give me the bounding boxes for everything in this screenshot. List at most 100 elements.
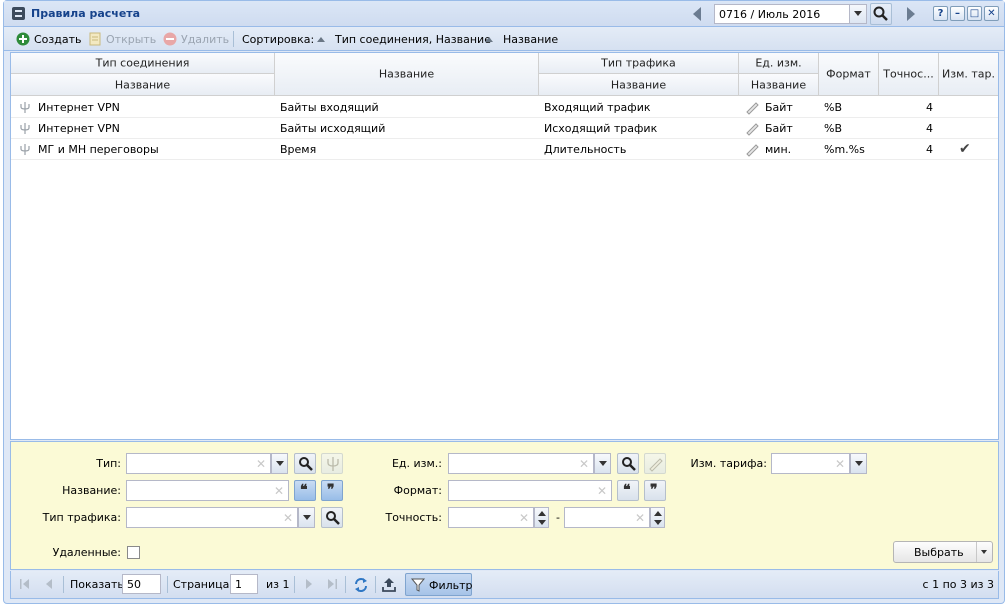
- open-button[interactable]: Открыть: [88, 32, 156, 46]
- format-close-quote-button[interactable]: ❞: [644, 480, 666, 501]
- sort-label: Сортировка:: [242, 32, 314, 46]
- clear-icon[interactable]: ✕: [283, 511, 293, 525]
- ruler-icon: [746, 123, 759, 136]
- page-count-label: из 1: [266, 578, 290, 591]
- type-combo[interactable]: ✕: [126, 453, 288, 474]
- header-name[interactable]: Название: [275, 53, 539, 96]
- format-input[interactable]: ✕: [448, 480, 612, 501]
- clear-icon[interactable]: ✕: [635, 511, 645, 525]
- cell-precision: 4: [926, 101, 933, 114]
- tariff-change-combo[interactable]: ✕: [771, 453, 867, 474]
- deleted-checkbox[interactable]: [127, 546, 140, 559]
- clear-icon[interactable]: ✕: [835, 457, 845, 471]
- unit-dropdown-trigger[interactable]: [594, 453, 611, 474]
- window-app-icon: [12, 7, 25, 20]
- cell-unit: Байт: [765, 122, 793, 135]
- close-quote-button[interactable]: ❞: [321, 480, 343, 501]
- page-number-input[interactable]: 1: [230, 574, 258, 594]
- ruler-icon: [746, 144, 759, 157]
- filter-toggle-button[interactable]: Фильтр: [405, 573, 473, 596]
- name-label: Название:: [62, 484, 121, 497]
- header-format[interactable]: Формат: [819, 53, 879, 96]
- deleted-label: Удаленные:: [52, 546, 121, 559]
- traffic-search-button[interactable]: [321, 507, 343, 528]
- select-menu-arrow-icon[interactable]: [976, 542, 992, 562]
- table-row[interactable]: Интернет VPN Байты входящий Входящий тра…: [11, 97, 998, 118]
- cell-traffic: Входящий трафик: [544, 101, 651, 114]
- precision-to-input[interactable]: ✕: [564, 507, 650, 528]
- tariff-dropdown-trigger[interactable]: [850, 453, 867, 474]
- precision-from-input[interactable]: ✕: [448, 507, 534, 528]
- header-precision[interactable]: Точнос...: [879, 53, 939, 96]
- name-input[interactable]: ✕: [126, 480, 289, 501]
- clear-icon[interactable]: ✕: [256, 457, 266, 471]
- header-tariff-change[interactable]: Изм. тар.: [939, 53, 998, 96]
- cell-name: Время: [280, 143, 317, 156]
- period-dropdown-trigger[interactable]: [849, 5, 866, 23]
- open-quote-button[interactable]: ❝: [294, 480, 316, 501]
- clear-icon[interactable]: ✕: [579, 457, 589, 471]
- traffic-type-combo[interactable]: ✕: [126, 507, 315, 528]
- minimize-button[interactable]: –: [950, 6, 965, 21]
- prev-period-icon[interactable]: [688, 4, 708, 24]
- page-size-input[interactable]: 50: [122, 574, 161, 594]
- maximize-button[interactable]: □: [967, 6, 982, 21]
- title-bar: Правила расчета 0716 / Июль 2016 ? – □ ✕: [4, 1, 1004, 27]
- traffic-dropdown-trigger[interactable]: [298, 507, 315, 528]
- format-label: Формат:: [393, 484, 442, 497]
- format-open-quote-button[interactable]: ❝: [617, 480, 639, 501]
- header-connection-name[interactable]: Название: [11, 74, 275, 96]
- type-dropdown-trigger[interactable]: [271, 453, 288, 474]
- close-button[interactable]: ✕: [984, 6, 999, 21]
- cell-unit: Байт: [765, 101, 793, 114]
- header-unit-name[interactable]: Название: [739, 74, 819, 96]
- filter-icon: [410, 578, 426, 592]
- cell-connection: Интернет VPN: [38, 122, 120, 135]
- sort-item-name[interactable]: Название: [485, 32, 558, 46]
- sort-item-connection-name[interactable]: Тип соединения, Название: [317, 32, 491, 46]
- connection-type-button[interactable]: [321, 453, 343, 474]
- table-row[interactable]: МГ и МН переговоры Время Длительность ми…: [11, 139, 998, 160]
- period-select[interactable]: 0716 / Июль 2016: [714, 4, 867, 24]
- connection-type-icon: [20, 102, 30, 113]
- help-button[interactable]: ?: [933, 6, 948, 21]
- type-search-button[interactable]: [294, 453, 316, 474]
- connection-type-icon: [327, 457, 339, 471]
- next-period-icon[interactable]: [900, 4, 920, 24]
- toolbar-separator: [233, 31, 234, 47]
- close-quote-icon: ❞: [650, 482, 658, 498]
- unit-combo[interactable]: ✕: [448, 453, 611, 474]
- sort-item-label: Тип соединения, Название: [335, 32, 491, 46]
- rules-grid: Тип соединения Название Название Тип тра…: [10, 52, 999, 440]
- open-quote-icon: ❝: [300, 482, 308, 498]
- ruler-icon: [649, 458, 663, 472]
- cell-format: %B: [824, 122, 842, 135]
- clear-icon[interactable]: ✕: [274, 484, 284, 498]
- cell-traffic: Исходящий трафик: [544, 122, 658, 135]
- rules-window: Правила расчета 0716 / Июль 2016 ? – □ ✕…: [3, 0, 1005, 604]
- unit-search-button[interactable]: [617, 453, 639, 474]
- clear-icon[interactable]: ✕: [597, 484, 607, 498]
- cell-precision: 4: [926, 122, 933, 135]
- open-document-icon: [89, 32, 101, 46]
- header-traffic-name[interactable]: Название: [539, 74, 739, 96]
- select-button-label: Выбрать: [914, 546, 964, 559]
- unit-ruler-button[interactable]: [644, 453, 666, 474]
- filter-toggle-label: Фильтр: [429, 579, 473, 592]
- create-button[interactable]: Создать: [16, 32, 82, 46]
- filter-panel: Тип: ✕ Название: ✕ ❝ ❞ Тип трафика: ✕ Уд: [10, 441, 999, 570]
- paging-separator: [294, 576, 295, 593]
- period-search-button[interactable]: [870, 3, 892, 25]
- period-value: 0716 / Июль 2016: [719, 8, 821, 21]
- precision-from-spinner[interactable]: [534, 507, 549, 528]
- clear-icon[interactable]: ✕: [519, 511, 529, 525]
- precision-to-spinner[interactable]: [650, 507, 665, 528]
- cell-traffic: Длительность: [544, 143, 627, 156]
- first-page-icon: [20, 579, 29, 589]
- delete-button[interactable]: Удалить: [163, 32, 229, 46]
- cell-unit: мин.: [765, 143, 792, 156]
- table-row[interactable]: Интернет VPN Байты исходящий Исходящий т…: [11, 118, 998, 139]
- sort-item-label: Название: [503, 32, 559, 46]
- sort-ascending-icon: [317, 36, 325, 42]
- select-button[interactable]: Выбрать: [893, 541, 993, 563]
